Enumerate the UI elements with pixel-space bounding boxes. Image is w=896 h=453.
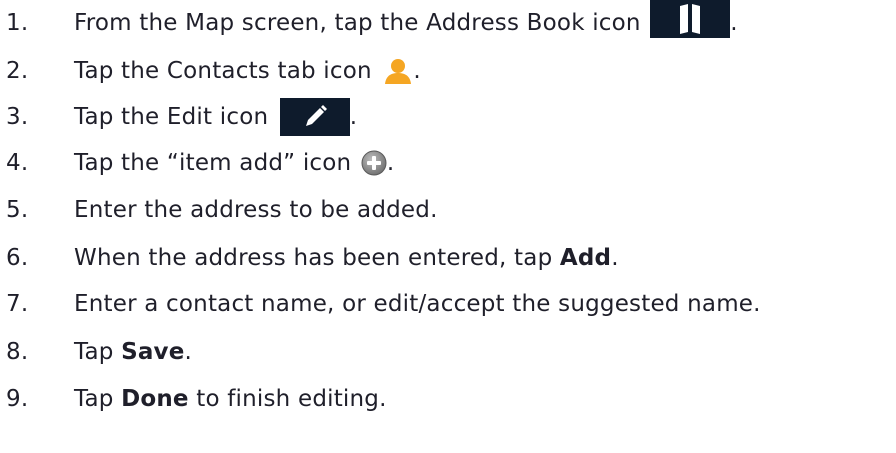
address-book-icon — [650, 0, 731, 38]
step-text-part: . — [611, 245, 619, 271]
step-number: 5. — [6, 197, 29, 223]
step-text-part: Tap the Edit icon — [74, 104, 276, 130]
step-text-part: Tap — [74, 386, 122, 412]
contacts-person-icon — [383, 57, 413, 85]
step-text: Tap the Edit icon . — [74, 98, 357, 136]
step-text-part: Tap the Contacts tab icon — [74, 58, 380, 84]
step-text-part: . — [386, 150, 395, 176]
edit-pencil-icon — [279, 98, 350, 136]
step-text-part: . — [184, 339, 193, 365]
done-label: Done — [121, 386, 189, 412]
step-number: 4. — [6, 150, 29, 176]
step-number: 9. — [6, 386, 29, 412]
step-text-part: . — [730, 10, 738, 36]
add-label: Add — [559, 245, 612, 271]
step-number: 1. — [6, 10, 29, 36]
step-number: 7. — [6, 291, 29, 317]
step-text-part: Enter a contact name, or edit/accept the… — [74, 291, 761, 317]
step-text: Tap the “item add” icon . — [74, 150, 394, 176]
step-text: Tap Done to finish editing. — [74, 386, 387, 412]
step-text: Enter a contact name, or edit/accept the… — [74, 291, 761, 317]
step-text-part: . — [349, 104, 358, 130]
step-number: 6. — [6, 245, 29, 271]
step-number: 8. — [6, 339, 29, 365]
step-text: When the address has been entered, tap A… — [74, 245, 619, 271]
save-label: Save — [121, 339, 185, 365]
step-text-part: Enter the address to be added. — [74, 197, 438, 223]
step-text-part: From the Map screen, tap the Address Boo… — [74, 10, 649, 36]
item-add-icon — [361, 150, 387, 176]
step-text-part: Tap — [74, 339, 122, 365]
step-text: Tap the Contacts tab icon . — [74, 57, 421, 85]
step-text-part: to finish editing. — [188, 386, 387, 412]
step-text-part: When the address has been entered, tap — [74, 245, 560, 271]
step-text-part: Tap the “item add” icon — [74, 150, 359, 176]
step-number: 2. — [6, 58, 29, 84]
step-number: 3. — [6, 104, 29, 130]
step-text: Tap Save . — [74, 339, 192, 365]
step-text-part: . — [413, 58, 421, 84]
step-text: From the Map screen, tap the Address Boo… — [74, 0, 738, 44]
step-text: Enter the address to be added. — [74, 197, 438, 223]
